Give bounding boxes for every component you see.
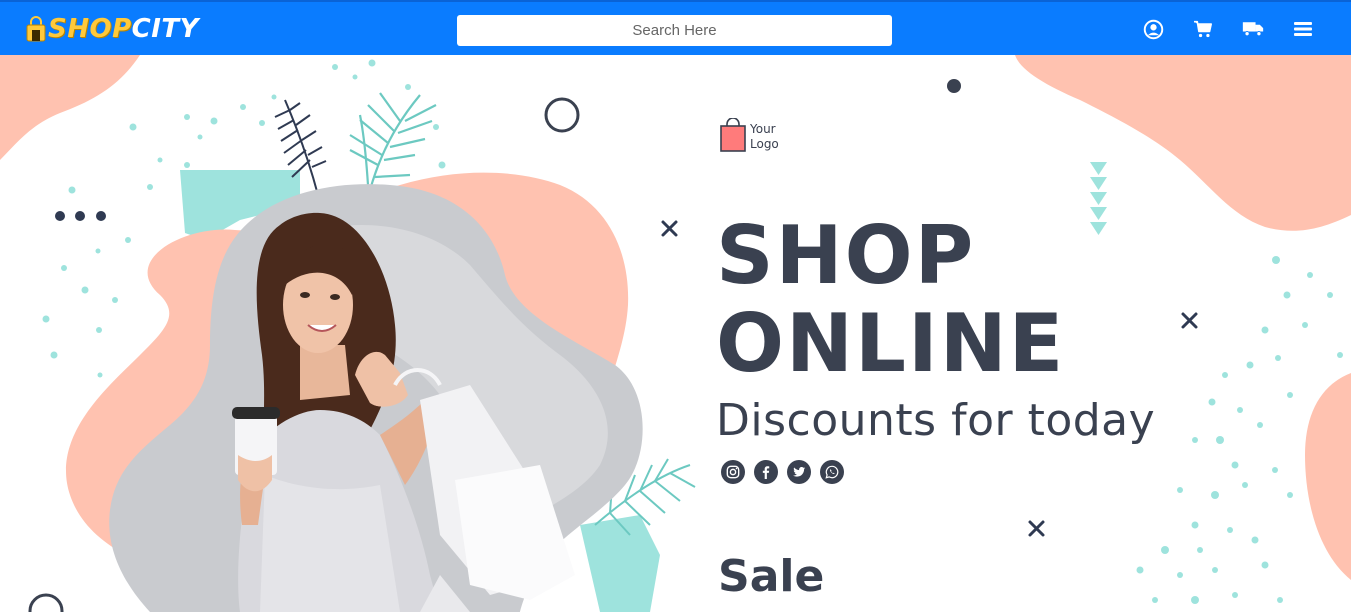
peach-blob-top-right: [1015, 55, 1351, 231]
twitter-icon[interactable]: [787, 460, 811, 484]
outline-circle-top: [544, 97, 580, 133]
peach-blob-right: [1305, 373, 1351, 580]
logo-text-line2: Logo: [750, 137, 779, 151]
instagram-icon[interactable]: [721, 460, 745, 484]
outline-circle-bottom: [28, 593, 64, 612]
whatsapp-icon[interactable]: [820, 460, 844, 484]
top-navbar: SHOPCITY: [0, 0, 1351, 55]
cart-icon[interactable]: [1191, 17, 1215, 41]
placeholder-logo: Your Logo: [719, 118, 800, 152]
search-input[interactable]: [457, 15, 892, 46]
mint-shape-bottom: [580, 515, 660, 612]
social-links: [721, 460, 844, 484]
palm-leaf-mint: [349, 92, 437, 191]
menu-icon[interactable]: [1291, 17, 1315, 41]
brand-name-part1: SHOP: [48, 14, 132, 44]
sale-label: Sale: [718, 551, 825, 602]
truck-icon[interactable]: [1241, 17, 1265, 41]
hero-subtitle: Discounts for today: [716, 395, 1156, 446]
nav-icon-group: [1141, 17, 1315, 41]
brand-logo[interactable]: SHOPCITY: [26, 8, 199, 50]
brand-name-part2: CITY: [131, 14, 199, 44]
dark-dot: [947, 79, 961, 93]
shopping-bag-logo-icon: [26, 16, 46, 42]
peach-blob-top-left: [0, 55, 140, 160]
hero-background-art: [0, 55, 1351, 612]
logo-text-line1: Your: [750, 122, 776, 136]
hero-title-line2: ONLINE: [716, 297, 1066, 390]
mint-triangles: [1090, 162, 1107, 235]
user-circle-icon[interactable]: [1141, 17, 1165, 41]
logo-text: Your Logo: [750, 118, 800, 152]
hero-title: SHOP ONLINE: [716, 212, 1065, 388]
hero-banner: Your Logo SHOP ONLINE Discounts for toda…: [0, 55, 1351, 612]
brand-name: SHOPCITY: [48, 14, 199, 44]
facebook-icon[interactable]: [754, 460, 778, 484]
hero-title-line1: SHOP: [716, 209, 976, 302]
shopping-bag-icon: [720, 118, 746, 152]
